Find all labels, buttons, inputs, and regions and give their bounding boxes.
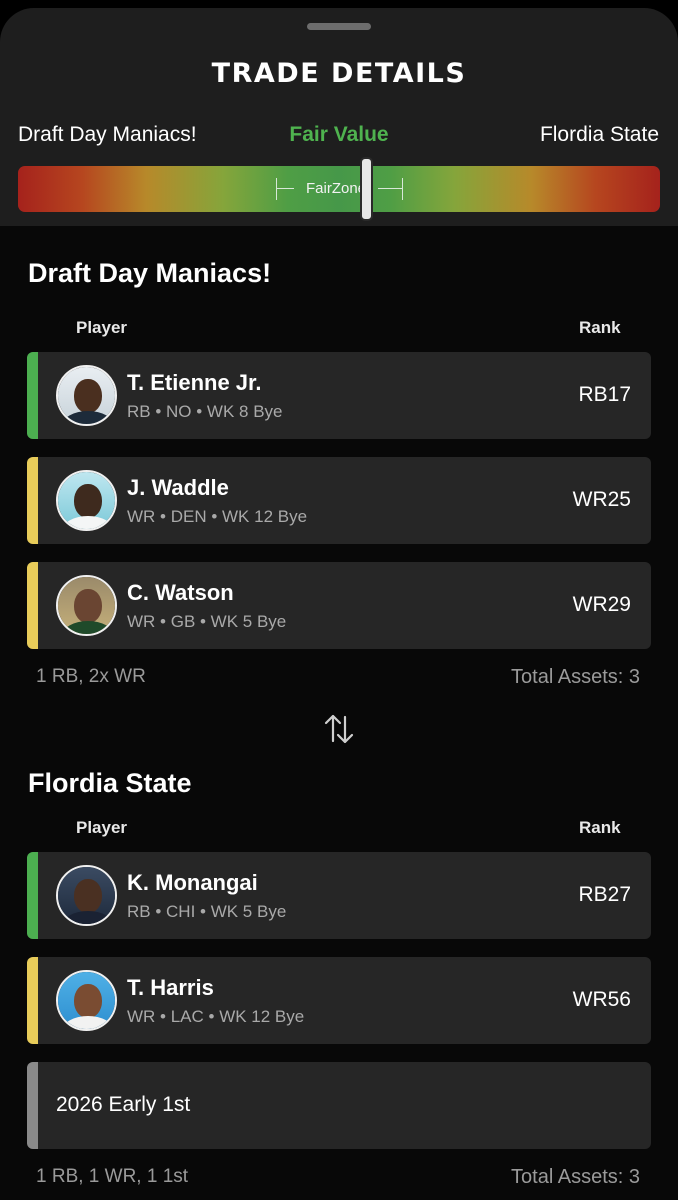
player-meta: RB • CHI • WK 5 Bye	[127, 902, 287, 921]
tier-indicator	[27, 852, 38, 939]
side-1-team-title: Draft Day Maniacs!	[28, 258, 272, 288]
player-rank: WR56	[572, 988, 631, 1011]
fairzone-right-tick	[378, 188, 402, 189]
tier-indicator	[27, 1062, 38, 1149]
player-photo-icon	[56, 970, 117, 1031]
trade-header: TRADE DETAILS Draft Day Maniacs! Fair Va…	[0, 8, 678, 226]
side-2-total-assets: Total Assets: 3	[511, 1166, 640, 1188]
player-rank: WR25	[572, 488, 631, 511]
side-2-player-header: Player	[76, 818, 128, 837]
side-2-rank-header: Rank	[579, 818, 621, 837]
side-2-team-title: Flordia State	[28, 768, 192, 798]
player-meta: RB • NO • WK 8 Bye	[127, 402, 283, 421]
player-photo-icon	[56, 575, 117, 636]
trade-details-sheet: TRADE DETAILS Draft Day Maniacs! Fair Va…	[0, 8, 678, 1200]
player-name: T. Etienne Jr.	[127, 370, 262, 395]
fairzone-label: FairZone	[305, 180, 367, 197]
player-photo-icon	[56, 365, 117, 426]
fairzone-right-marker	[402, 178, 403, 200]
player-meta: WR • GB • WK 5 Bye	[127, 612, 287, 631]
player-photo-icon	[56, 865, 117, 926]
player-card[interactable]: K. Monangai RB • CHI • WK 5 Bye RB27	[27, 852, 651, 939]
player-photo-icon	[56, 470, 117, 531]
swap-arrows-icon[interactable]	[321, 711, 357, 747]
player-rank: WR29	[572, 593, 631, 616]
side-1-player-header: Player	[76, 318, 128, 337]
tier-indicator	[27, 957, 38, 1044]
right-team-label: Flordia State	[539, 123, 659, 146]
tier-indicator	[27, 352, 38, 439]
tier-indicator	[27, 562, 38, 649]
sheet-grabber-handle[interactable]	[307, 23, 371, 30]
side-2-position-summary: 1 RB, 1 WR, 1 1st	[36, 1166, 189, 1187]
side-1-position-summary: 1 RB, 2x WR	[36, 666, 146, 687]
trade-value-meter: FairZone	[18, 157, 660, 221]
player-name: T. Harris	[127, 975, 214, 1000]
player-card[interactable]: T. Harris WR • LAC • WK 12 Bye WR56	[27, 957, 651, 1044]
player-name: C. Watson	[127, 580, 234, 605]
draft-pick-card[interactable]: 2026 Early 1st	[27, 1062, 651, 1149]
player-meta: WR • LAC • WK 12 Bye	[127, 1007, 305, 1026]
side-1-total-assets: Total Assets: 3	[511, 666, 640, 688]
player-card[interactable]: T. Etienne Jr. RB • NO • WK 8 Bye RB17	[27, 352, 651, 439]
player-name: K. Monangai	[127, 870, 258, 895]
side-1-rank-header: Rank	[579, 318, 621, 337]
value-indicator-handle	[360, 157, 373, 221]
player-card[interactable]: J. Waddle WR • DEN • WK 12 Bye WR25	[27, 457, 651, 544]
player-name: J. Waddle	[127, 475, 229, 500]
player-meta: WR • DEN • WK 12 Bye	[127, 507, 308, 526]
player-rank: RB17	[578, 383, 631, 406]
player-card[interactable]: C. Watson WR • GB • WK 5 Bye WR29	[27, 562, 651, 649]
tier-indicator	[27, 457, 38, 544]
draft-pick-label: 2026 Early 1st	[56, 1093, 191, 1116]
page-title: TRADE DETAILS	[211, 58, 467, 89]
player-rank: RB27	[578, 883, 631, 906]
